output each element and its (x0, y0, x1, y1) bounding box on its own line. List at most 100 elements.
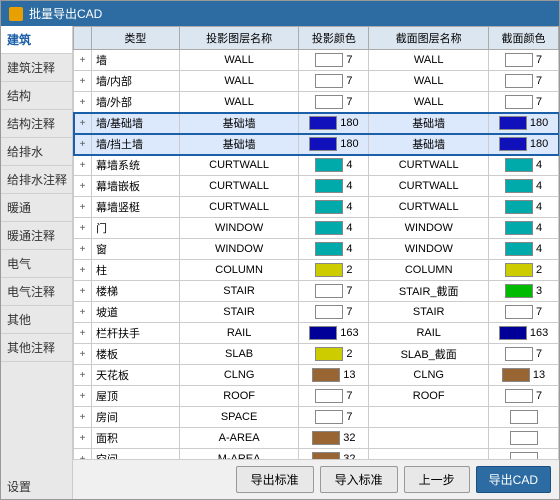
settings-button[interactable]: 设置 (1, 474, 37, 499)
row-expander[interactable]: + (74, 281, 92, 302)
export-cad-button[interactable]: 导出CAD (476, 466, 551, 493)
table-row[interactable]: +门WINDOW 4WINDOW 4 (74, 218, 559, 239)
table-row[interactable]: +楼板SLAB 2SLAB_截面 7 (74, 344, 559, 365)
sidebar-item-5[interactable]: 给排水注释 (1, 166, 72, 194)
row-expander[interactable]: + (74, 344, 92, 365)
proj-color-box[interactable] (312, 368, 340, 382)
row-proj-color[interactable]: 2 (299, 260, 369, 281)
row-proj-color[interactable]: 7 (299, 92, 369, 113)
row-sec-color[interactable]: 180 (489, 113, 559, 134)
sec-color-box[interactable] (499, 137, 527, 151)
table-row[interactable]: +栏杆扶手RAIL 163RAIL 163 (74, 323, 559, 344)
sec-color-box[interactable] (505, 221, 533, 235)
proj-color-box[interactable] (315, 347, 343, 361)
proj-color-box[interactable] (315, 305, 343, 319)
proj-color-box[interactable] (315, 95, 343, 109)
row-expander[interactable]: + (74, 176, 92, 197)
sec-color-box[interactable] (502, 368, 530, 382)
row-expander[interactable]: + (74, 365, 92, 386)
sidebar-item-10[interactable]: 其他 (1, 306, 72, 334)
sec-color-box[interactable] (505, 200, 533, 214)
row-sec-color[interactable]: 7 (489, 50, 559, 71)
row-expander[interactable]: + (74, 134, 92, 155)
row-sec-color[interactable]: 163 (489, 323, 559, 344)
proj-color-box[interactable] (315, 263, 343, 277)
table-row[interactable]: +天花板CLNG 13CLNG 13 (74, 365, 559, 386)
proj-color-box[interactable] (315, 200, 343, 214)
sec-color-box[interactable] (510, 410, 538, 424)
row-sec-color[interactable]: 7 (489, 92, 559, 113)
table-row[interactable]: +墙/内部WALL 7WALL 7 (74, 71, 559, 92)
table-row[interactable]: +柱COLUMN 2COLUMN 2 (74, 260, 559, 281)
table-row[interactable]: +幕墙嵌板CURTWALL 4CURTWALL 4 (74, 176, 559, 197)
proj-color-box[interactable] (315, 410, 343, 424)
sec-color-box[interactable] (505, 263, 533, 277)
row-expander[interactable]: + (74, 218, 92, 239)
proj-color-box[interactable] (315, 389, 343, 403)
row-proj-color[interactable]: 2 (299, 344, 369, 365)
table-row[interactable]: +空间M-AREA 32 (74, 449, 559, 460)
sec-color-box[interactable] (505, 158, 533, 172)
row-expander[interactable]: + (74, 302, 92, 323)
table-row[interactable]: +屋顶ROOF 7ROOF 7 (74, 386, 559, 407)
proj-color-box[interactable] (312, 452, 340, 459)
row-proj-color[interactable]: 163 (299, 323, 369, 344)
sidebar-item-3[interactable]: 结构注释 (1, 110, 72, 138)
sidebar-item-4[interactable]: 给排水 (1, 138, 72, 166)
sidebar-item-9[interactable]: 电气注释 (1, 278, 72, 306)
row-proj-color[interactable]: 7 (299, 71, 369, 92)
row-sec-color[interactable]: 7 (489, 386, 559, 407)
row-sec-color[interactable]: 180 (489, 134, 559, 155)
proj-color-box[interactable] (315, 74, 343, 88)
table-row[interactable]: +幕墙竖梃CURTWALL 4CURTWALL 4 (74, 197, 559, 218)
row-expander[interactable]: + (74, 386, 92, 407)
table-container[interactable]: 类型 投影图层名称 投影颜色 截面图层名称 截面颜色 +墙WALL 7WALL … (73, 26, 559, 459)
table-row[interactable]: +楼梯STAIR 7STAIR_截面 3 (74, 281, 559, 302)
row-proj-color[interactable]: 4 (299, 239, 369, 260)
row-proj-color[interactable]: 7 (299, 302, 369, 323)
table-row[interactable]: +坡道STAIR 7STAIR 7 (74, 302, 559, 323)
sec-color-box[interactable] (505, 179, 533, 193)
table-row[interactable]: +房间SPACE 7 (74, 407, 559, 428)
sec-color-box[interactable] (505, 95, 533, 109)
sec-color-box[interactable] (505, 347, 533, 361)
row-sec-color[interactable]: 7 (489, 302, 559, 323)
sidebar-item-6[interactable]: 暖通 (1, 194, 72, 222)
sec-color-box[interactable] (510, 452, 538, 459)
row-expander[interactable]: + (74, 71, 92, 92)
table-row[interactable]: +墙/基础墙基础墙 180基础墙 180 (74, 113, 559, 134)
row-expander[interactable]: + (74, 428, 92, 449)
table-row[interactable]: +窗WINDOW 4WINDOW 4 (74, 239, 559, 260)
table-row[interactable]: +墙/挡土墙基础墙 180基础墙 180 (74, 134, 559, 155)
row-sec-color[interactable] (489, 407, 559, 428)
proj-color-box[interactable] (315, 221, 343, 235)
row-sec-color[interactable]: 4 (489, 176, 559, 197)
proj-color-box[interactable] (315, 158, 343, 172)
sec-color-box[interactable] (505, 389, 533, 403)
sec-color-box[interactable] (505, 74, 533, 88)
row-proj-color[interactable]: 7 (299, 281, 369, 302)
row-expander[interactable]: + (74, 155, 92, 176)
import-standard-button[interactable]: 导入标准 (320, 466, 398, 493)
row-expander[interactable]: + (74, 407, 92, 428)
row-expander[interactable]: + (74, 50, 92, 71)
row-sec-color[interactable]: 4 (489, 155, 559, 176)
row-proj-color[interactable]: 4 (299, 176, 369, 197)
sec-color-box[interactable] (505, 305, 533, 319)
sidebar-item-0[interactable]: 建筑 (1, 26, 72, 54)
proj-color-box[interactable] (315, 242, 343, 256)
sidebar-item-1[interactable]: 建筑注释 (1, 54, 72, 82)
sec-color-box[interactable] (499, 116, 527, 130)
row-proj-color[interactable]: 4 (299, 218, 369, 239)
row-sec-color[interactable]: 4 (489, 218, 559, 239)
proj-color-box[interactable] (309, 116, 337, 130)
row-sec-color[interactable]: 3 (489, 281, 559, 302)
sidebar-item-8[interactable]: 电气 (1, 250, 72, 278)
row-proj-color[interactable]: 32 (299, 449, 369, 460)
sec-color-box[interactable] (499, 326, 527, 340)
sec-color-box[interactable] (505, 53, 533, 67)
proj-color-box[interactable] (315, 53, 343, 67)
export-standard-button[interactable]: 导出标准 (236, 466, 314, 493)
row-sec-color[interactable]: 7 (489, 344, 559, 365)
proj-color-box[interactable] (312, 431, 340, 445)
